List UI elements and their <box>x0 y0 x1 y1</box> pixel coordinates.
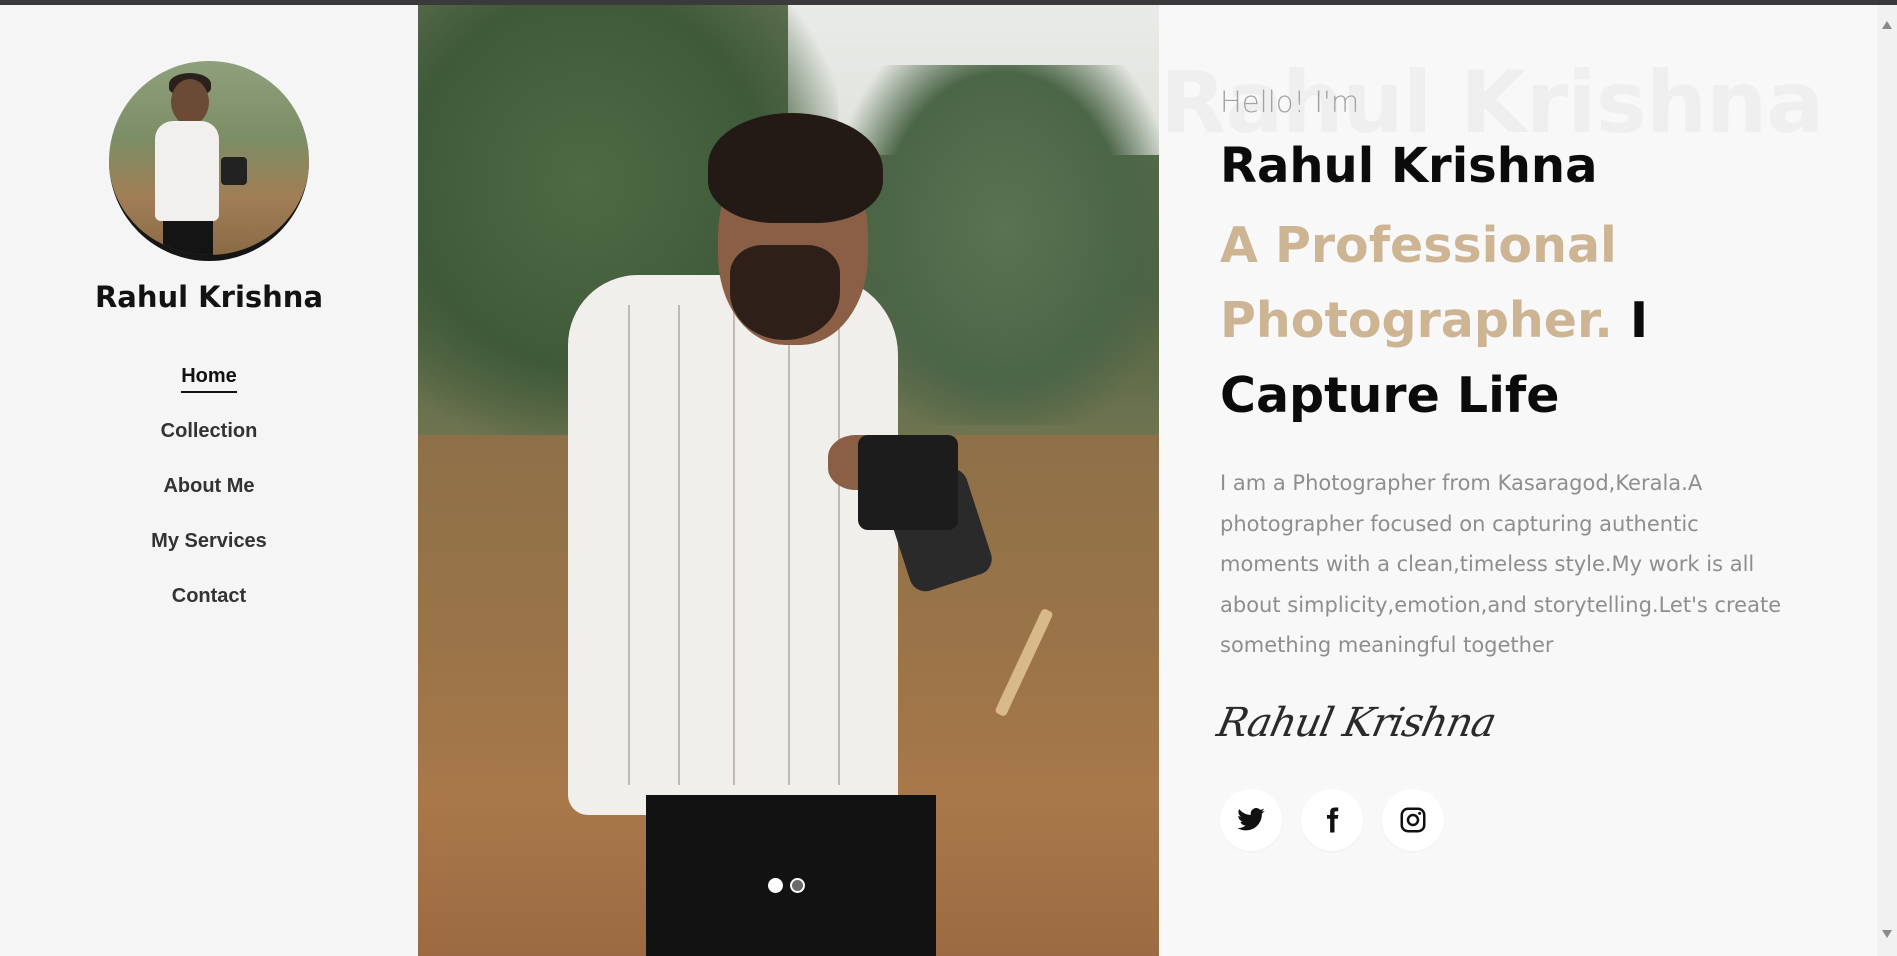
tagline-accent: A Professional Photographer. <box>1220 217 1617 349</box>
hero-photo-slider[interactable] <box>418 5 1159 956</box>
nav-item-contact[interactable]: Contact <box>172 585 246 611</box>
sidebar: Rahul Krishna Home Collection About Me M… <box>0 5 418 956</box>
twitter-button[interactable] <box>1220 789 1282 851</box>
instagram-icon <box>1400 807 1426 833</box>
page-scrollbar[interactable] <box>1877 5 1897 956</box>
scroll-up-arrow-icon[interactable] <box>1882 21 1892 29</box>
avatar <box>109 61 309 261</box>
main-nav: Home Collection About Me My Services Con… <box>0 365 418 640</box>
signature: Rahul Krishna <box>1213 700 1500 746</box>
facebook-icon <box>1327 807 1339 833</box>
nav-item-my-services[interactable]: My Services <box>151 530 267 556</box>
twitter-icon <box>1237 808 1265 831</box>
social-links <box>1220 789 1444 851</box>
tagline: A Professional Photographer. I Capture L… <box>1220 208 1780 433</box>
profile-name: Rahul Krishna <box>94 280 324 314</box>
instagram-button[interactable] <box>1382 789 1444 851</box>
facebook-button[interactable] <box>1301 789 1363 851</box>
slider-dots <box>768 878 805 896</box>
scroll-down-arrow-icon[interactable] <box>1882 930 1892 938</box>
slider-dot-2[interactable] <box>790 878 805 893</box>
nav-item-about-me[interactable]: About Me <box>163 475 254 501</box>
hero-name: Rahul Krishna <box>1220 138 1598 194</box>
greeting-text: Hello! I'm <box>1220 85 1360 119</box>
nav-item-collection[interactable]: Collection <box>161 420 258 446</box>
nav-item-home[interactable]: Home <box>181 365 237 393</box>
slider-dot-1[interactable] <box>768 878 783 893</box>
bio-text: I am a Photographer from Kasaragod,Keral… <box>1220 471 1782 657</box>
